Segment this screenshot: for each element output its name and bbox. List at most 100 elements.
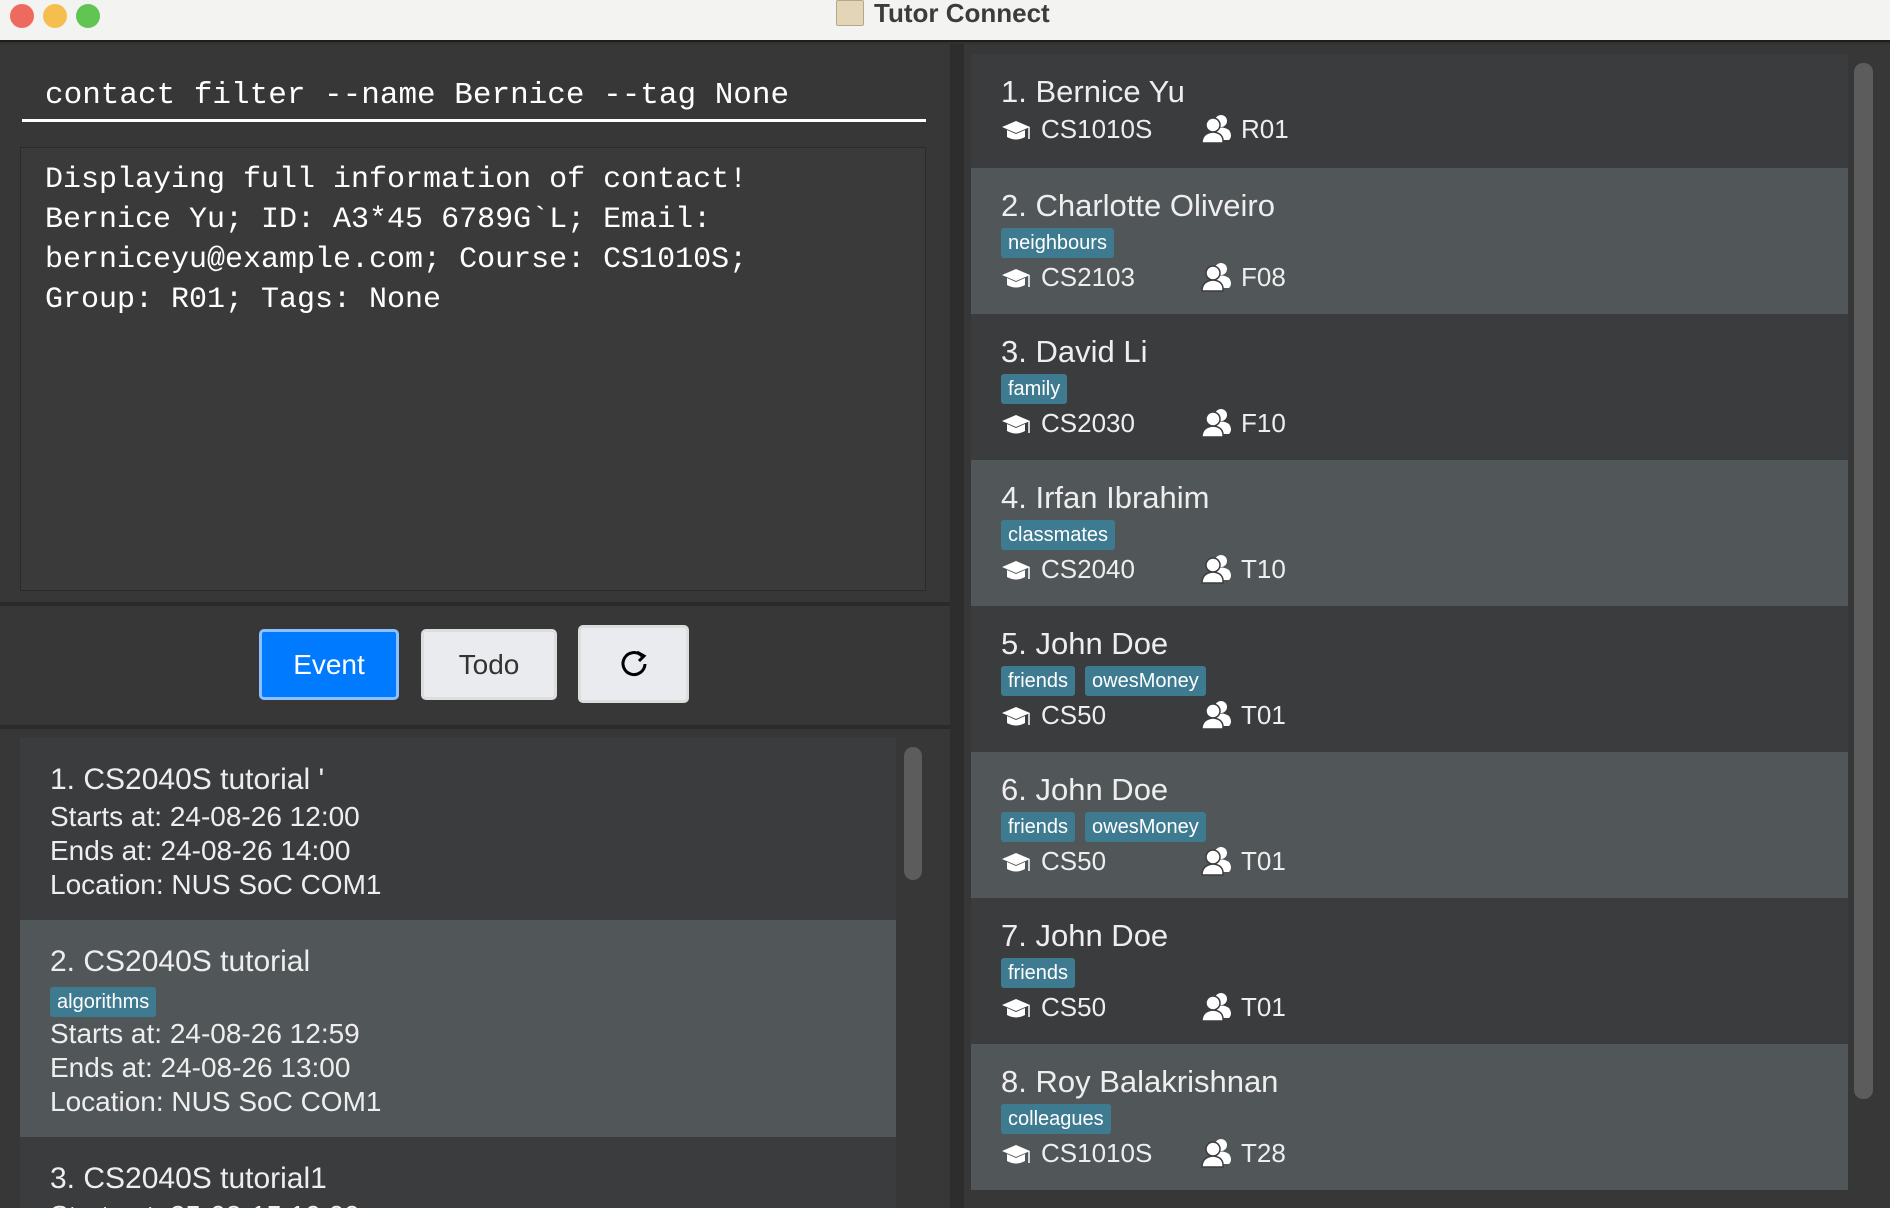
contact-name: 4. Irfan Ibrahim bbox=[1001, 480, 1210, 515]
graduation-cap-icon bbox=[1001, 557, 1033, 581]
group-icon bbox=[1201, 114, 1233, 144]
tag: algorithms bbox=[50, 987, 157, 1017]
contact-card[interactable]: 1. Bernice Yu CS1010S R01 bbox=[971, 54, 1848, 168]
contact-name: 5. John Doe bbox=[1001, 626, 1169, 661]
divider bbox=[0, 725, 950, 729]
contact-group: F08 bbox=[1241, 262, 1286, 292]
contact-tags: colleagues bbox=[1001, 1102, 1818, 1136]
graduation-cap-icon bbox=[1001, 411, 1033, 435]
contact-course: CS50 bbox=[1041, 700, 1107, 730]
group-icon bbox=[1201, 846, 1233, 876]
group-icon bbox=[1201, 700, 1233, 730]
contact-details: CS50 T01 bbox=[1001, 990, 1818, 1024]
tag: family bbox=[1001, 374, 1068, 404]
graduation-cap-icon bbox=[1001, 703, 1033, 727]
contact-tags: neighbours bbox=[1001, 226, 1818, 260]
zoom-window-button[interactable] bbox=[76, 4, 100, 28]
contact-group: F10 bbox=[1241, 408, 1286, 438]
graduation-cap-icon bbox=[1001, 265, 1033, 289]
contact-panel: 1. Bernice Yu CS1010S R01 2. Charlotte Oliv… bbox=[964, 44, 1890, 1208]
group-icon bbox=[1201, 1138, 1233, 1168]
contact-course: CS1010S bbox=[1041, 1138, 1153, 1168]
graduation-cap-icon bbox=[1001, 849, 1033, 873]
contact-tags: friends bbox=[1001, 956, 1818, 990]
divider bbox=[0, 602, 950, 606]
tag: colleagues bbox=[1001, 1104, 1111, 1134]
title-bar: Tutor Connect bbox=[0, 0, 1890, 42]
event-card[interactable]: 1. CS2040S tutorial ' Starts at: 24-08-26… bbox=[20, 738, 896, 920]
contact-card[interactable]: 4. Irfan Ibrahim classmates CS2040 T10 bbox=[971, 460, 1848, 606]
contact-course: CS1010S bbox=[1041, 114, 1153, 144]
command-input[interactable]: contact filter --name Bernice --tag None bbox=[22, 62, 926, 122]
group-icon bbox=[1201, 554, 1233, 584]
contact-name: 3. David Li bbox=[1001, 334, 1148, 369]
contact-tags: friends owesMoney bbox=[1001, 810, 1818, 844]
contact-name: 8. Roy Balakrishnan bbox=[1001, 1064, 1279, 1099]
contact-card[interactable]: 6. John Doe friends owesMoney CS50 T01 bbox=[971, 752, 1848, 898]
tag: neighbours bbox=[1001, 228, 1114, 258]
event-title: 2. CS2040S tutorial bbox=[50, 945, 311, 978]
contact-card[interactable]: 7. John Doe friends CS50 T01 bbox=[971, 898, 1848, 1044]
contact-details: CS1010S R01 bbox=[1001, 112, 1818, 146]
contact-group: T01 bbox=[1241, 700, 1286, 730]
contact-list-scrollbar[interactable] bbox=[1854, 63, 1873, 1099]
contact-card[interactable]: 3. David Li family CS2030 F10 bbox=[971, 314, 1848, 460]
event-list-scrollbar[interactable] bbox=[904, 747, 922, 880]
contact-list: 1. Bernice Yu CS1010S R01 2. Charlotte Oliv… bbox=[971, 54, 1848, 1208]
event-location: Location: NUS SoC COM1 bbox=[50, 869, 382, 900]
group-icon bbox=[1201, 408, 1233, 438]
event-title: 3. CS2040S tutorial1 bbox=[50, 1162, 327, 1195]
contact-tags: family bbox=[1001, 372, 1818, 406]
app-icon bbox=[836, 0, 864, 26]
contact-group: T28 bbox=[1241, 1138, 1286, 1168]
graduation-cap-icon bbox=[1001, 995, 1033, 1019]
refresh-button[interactable] bbox=[578, 625, 689, 703]
event-tags: algorithms bbox=[50, 982, 866, 1017]
close-window-button[interactable] bbox=[10, 4, 34, 28]
contact-course: CS50 bbox=[1041, 992, 1107, 1022]
window-title: Tutor Connect bbox=[874, 0, 1050, 28]
contact-details: CS2103 F08 bbox=[1001, 260, 1818, 294]
graduation-cap-icon bbox=[1001, 1141, 1033, 1165]
tag: classmates bbox=[1001, 520, 1116, 550]
result-display: Displaying full information of contact! … bbox=[20, 147, 926, 591]
contact-course: CS2040 bbox=[1041, 554, 1135, 584]
contact-group: T01 bbox=[1241, 992, 1286, 1022]
contact-course: CS50 bbox=[1041, 846, 1107, 876]
event-list: 1. CS2040S tutorial ' Starts at: 24-08-26… bbox=[20, 738, 896, 1208]
graduation-cap-icon bbox=[1001, 117, 1033, 141]
event-title: 1. CS2040S tutorial ' bbox=[50, 763, 325, 796]
contact-card[interactable]: 2. Charlotte Oliveiro neighbours CS2103 F08 bbox=[971, 168, 1848, 314]
event-starts: Starts at: 25-08-15 10:00 bbox=[50, 1199, 866, 1208]
event-card[interactable]: 3. CS2040S tutorial1 Starts at: 25-08-15 … bbox=[20, 1137, 896, 1208]
contact-details: CS50 T01 bbox=[1001, 844, 1818, 878]
tag: friends bbox=[1001, 812, 1076, 842]
contact-tags: friends owesMoney bbox=[1001, 664, 1818, 698]
group-icon bbox=[1201, 992, 1233, 1022]
todo-button[interactable]: Todo bbox=[421, 629, 557, 700]
event-ends: Ends at: 24-08-26 13:00 bbox=[50, 1052, 351, 1083]
tag: friends bbox=[1001, 958, 1076, 988]
event-starts: Starts at: 24-08-26 12:00 bbox=[50, 801, 360, 832]
minimize-window-button[interactable] bbox=[43, 4, 67, 28]
contact-card[interactable]: 5. John Doe friends owesMoney CS50 T01 bbox=[971, 606, 1848, 752]
contact-group: R01 bbox=[1241, 114, 1289, 144]
event-ends: Ends at: 24-08-26 14:00 bbox=[50, 835, 351, 866]
contact-course: CS2030 bbox=[1041, 408, 1135, 438]
group-icon bbox=[1201, 262, 1233, 292]
contact-details: CS50 T01 bbox=[1001, 698, 1818, 732]
tag: owesMoney bbox=[1085, 666, 1206, 696]
event-starts: Starts at: 24-08-26 12:59 bbox=[50, 1018, 360, 1049]
contact-group: T10 bbox=[1241, 554, 1286, 584]
contact-card[interactable]: 8. Roy Balakrishnan colleagues CS1010S T28 bbox=[971, 1044, 1848, 1190]
event-card[interactable]: 2. CS2040S tutorial algorithms Starts at: … bbox=[20, 920, 896, 1137]
contact-name: 7. John Doe bbox=[1001, 918, 1169, 953]
contact-name: 1. Bernice Yu bbox=[1001, 74, 1185, 109]
panel-splitter[interactable] bbox=[950, 44, 964, 1208]
tag: owesMoney bbox=[1085, 812, 1206, 842]
contact-details: CS2040 T10 bbox=[1001, 552, 1818, 586]
left-panel: contact filter --name Bernice --tag None… bbox=[0, 44, 950, 1208]
event-button[interactable]: Event bbox=[259, 629, 399, 700]
contact-name: 6. John Doe bbox=[1001, 772, 1169, 807]
contact-course: CS2103 bbox=[1041, 262, 1135, 292]
